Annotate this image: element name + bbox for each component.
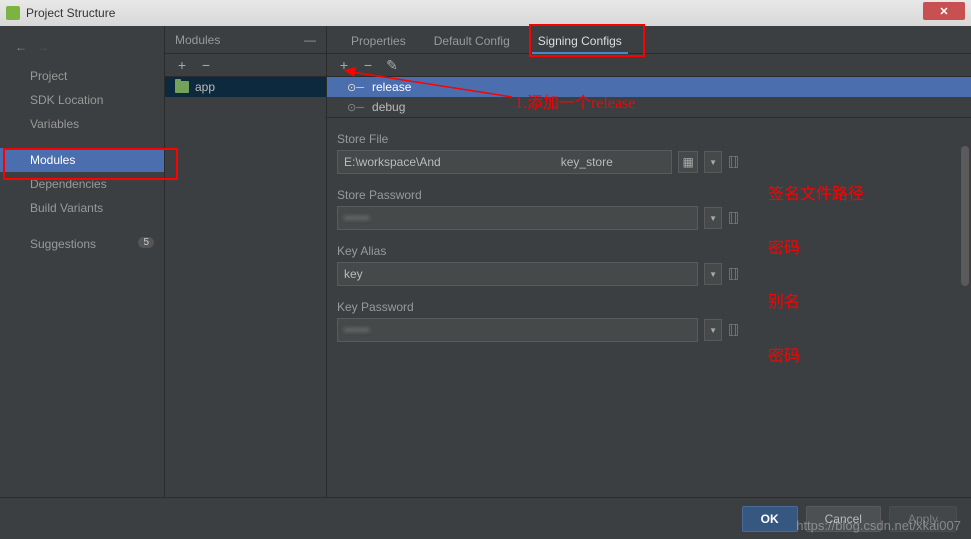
scrollbar[interactable] [961,146,969,286]
key-icon: ⊙─ [347,101,364,114]
remove-module-icon[interactable]: − [199,58,213,72]
nav-build-variants[interactable]: Build Variants [0,196,164,220]
dropdown-icon[interactable]: ▼ [704,151,722,173]
store-file-input[interactable]: E:\workspace\And key_store [337,150,672,174]
key-icon: ⊙─ [347,81,364,94]
close-button[interactable]: ✕ [923,2,965,20]
tab-default-config[interactable]: Default Config [420,30,524,53]
forward-arrow-icon[interactable]: → [36,40,50,54]
key-password-label: Key Password [337,300,961,314]
nav-suggestions[interactable]: Suggestions 5 [0,232,164,256]
nav-modules[interactable]: Modules [0,148,164,172]
edit-config-icon[interactable]: ✎ [385,58,399,72]
ok-button[interactable]: OK [742,506,798,532]
dropdown-icon[interactable]: ▼ [704,207,722,229]
watermark: https://blog.csdn.net/xkai007 [796,518,961,533]
folder-icon [175,81,189,93]
module-label: app [195,80,215,94]
content-panel: Properties Default Config Signing Config… [327,26,971,497]
store-file-label: Store File [337,132,961,146]
tab-signing-configs[interactable]: Signing Configs [524,30,636,53]
nav-dependencies[interactable]: Dependencies [0,172,164,196]
remove-config-icon[interactable]: − [361,58,375,72]
app-icon [6,6,20,20]
nav-suggestions-label: Suggestions [30,237,96,251]
dropdown-icon[interactable]: ▼ [704,319,722,341]
key-alias-input[interactable]: key [337,262,698,286]
minimize-icon[interactable]: — [304,33,316,47]
nav-sdk-location[interactable]: SDK Location [0,88,164,112]
browse-folder-icon[interactable]: ▦ [678,151,698,173]
add-module-icon[interactable]: + [175,58,189,72]
store-password-label: Store Password [337,188,961,202]
key-password-input[interactable]: •••••• [337,318,698,342]
nav-variables[interactable]: Variables [0,112,164,136]
store-password-input[interactable]: •••••• [337,206,698,230]
key-alias-label: Key Alias [337,244,961,258]
config-debug-label: debug [372,100,405,114]
add-config-icon[interactable]: + [337,58,351,72]
nav-project[interactable]: Project [0,64,164,88]
left-sidebar: ← → Project SDK Location Variables Modul… [0,26,165,497]
modules-title: Modules [175,33,304,47]
brackets-icon: ⟦⟧ [728,266,737,282]
dropdown-icon[interactable]: ▼ [704,263,722,285]
config-item-release[interactable]: ⊙─ release [327,77,971,97]
module-item-app[interactable]: app [165,77,326,97]
back-arrow-icon[interactable]: ← [14,40,28,54]
brackets-icon: ⟦⟧ [728,154,737,170]
brackets-icon: ⟦⟧ [728,322,737,338]
modules-panel: Modules — + − app [165,26,327,497]
brackets-icon: ⟦⟧ [728,210,737,226]
window-title: Project Structure [26,6,115,20]
tab-properties[interactable]: Properties [337,30,420,53]
config-release-label: release [372,80,411,94]
config-item-debug[interactable]: ⊙─ debug [327,97,971,117]
titlebar: Project Structure ✕ [0,0,971,26]
suggestions-badge: 5 [138,237,154,248]
